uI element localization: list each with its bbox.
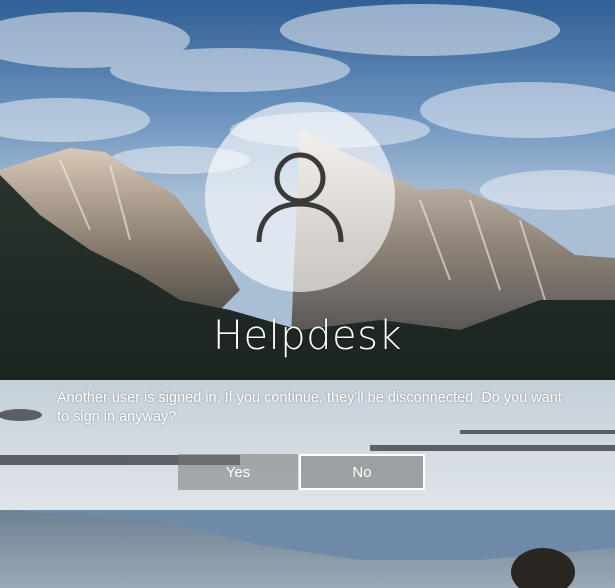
user-avatar <box>205 102 395 292</box>
yes-button[interactable]: Yes <box>178 454 298 490</box>
no-button[interactable]: No <box>299 454 425 490</box>
lock-screen: Helpdesk Another user is signed in. If y… <box>0 0 615 588</box>
signin-warning-message: Another user is signed in. If you contin… <box>57 390 562 425</box>
user-icon <box>256 152 344 243</box>
account-username: Helpdesk <box>212 313 403 359</box>
background-landscape-image <box>0 0 615 588</box>
